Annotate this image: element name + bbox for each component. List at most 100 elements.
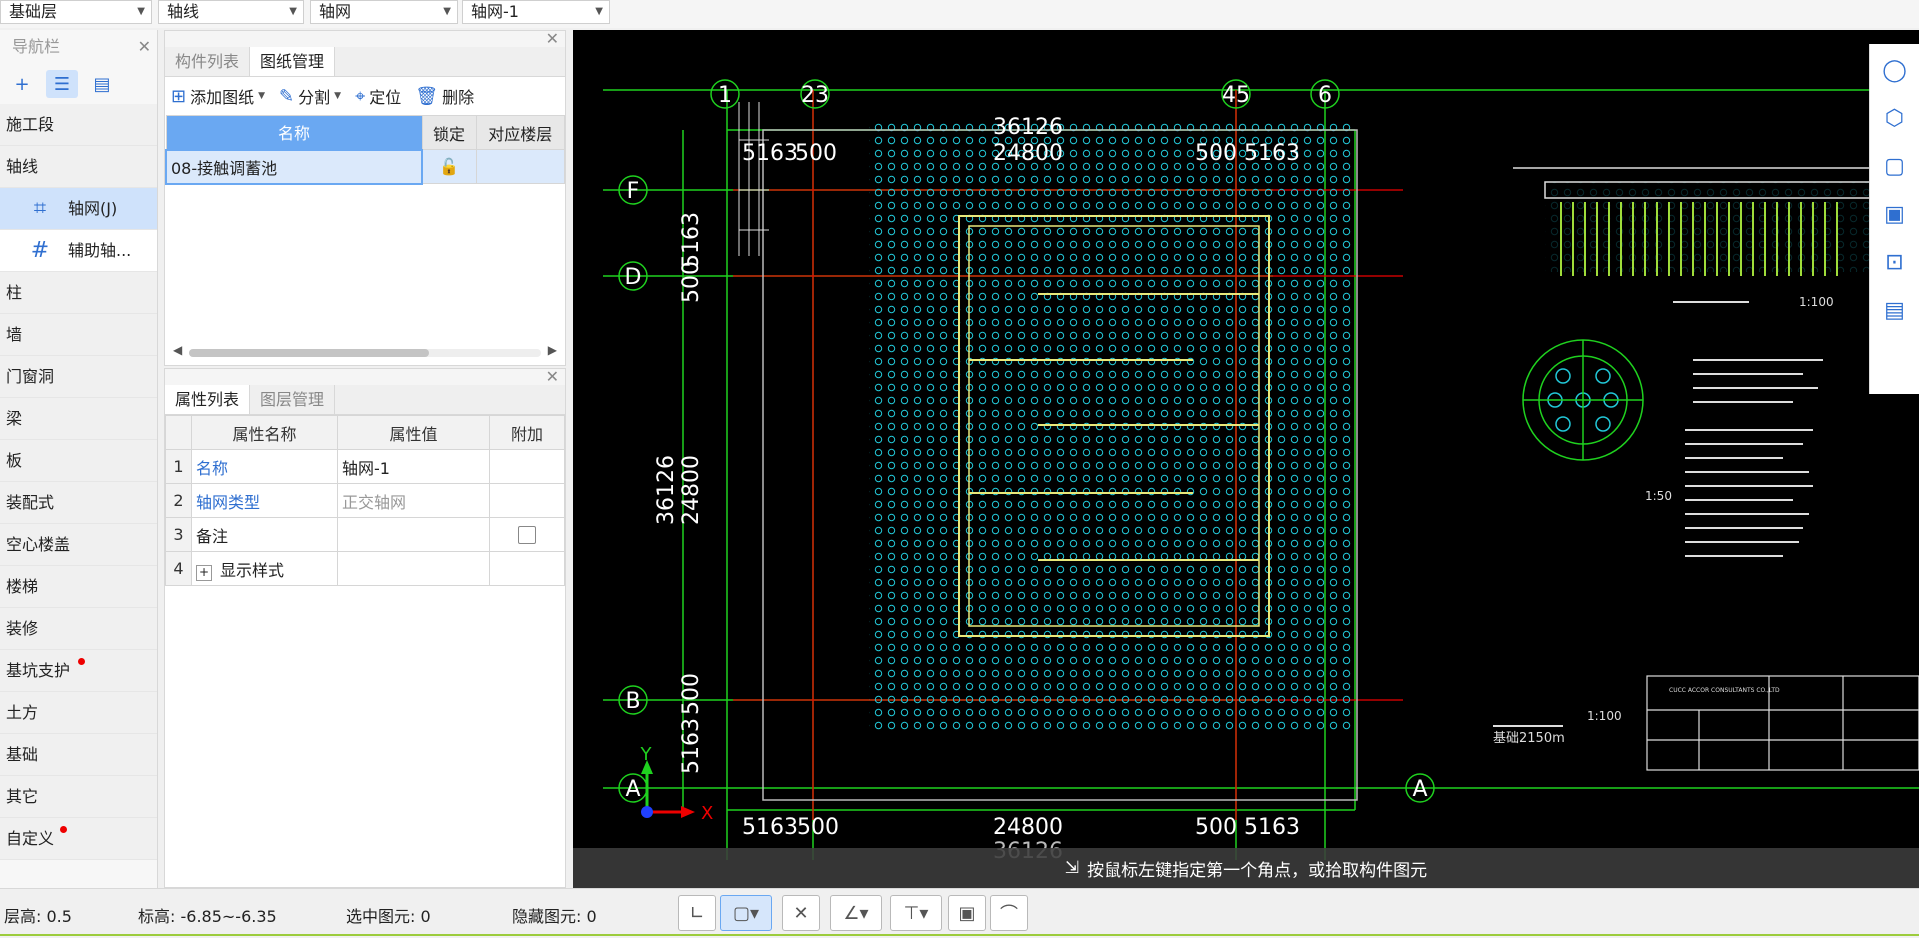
lock-cell[interactable]: 🔓 <box>421 149 477 184</box>
category-dropdown[interactable]: 轴线 ▼ <box>158 0 304 24</box>
property-value[interactable] <box>337 517 490 552</box>
ortho-mode-button[interactable]: ∟ <box>678 895 716 931</box>
orbit-icon[interactable]: ◯ <box>1877 52 1913 88</box>
elevation-status: 标高: -6.85~-6.35 <box>138 903 277 927</box>
chevron-down-icon: ▼ <box>258 91 266 101</box>
lock-icon[interactable]: 🔓 <box>439 157 459 176</box>
axis-label-B: B <box>625 689 640 714</box>
add-drawing-button[interactable]: ⊞ 添加图纸 ▼ <box>171 84 265 108</box>
tab-layer-management[interactable]: 图层管理 <box>250 385 336 414</box>
dim-bottom-5163-right: 5163 <box>1244 815 1300 840</box>
nav-item-wall[interactable]: 墙 <box>0 314 157 356</box>
hidden-status: 隐藏图元: 0 <box>512 903 597 927</box>
nav-item-aux-axis[interactable]: # 辅助轴... <box>0 230 157 272</box>
nav-item-foundation[interactable]: 基础 <box>0 734 157 776</box>
tab-component-list[interactable]: 构件列表 <box>165 47 251 76</box>
nav-item-other[interactable]: 其它 <box>0 776 157 818</box>
cursor-icon: ⇲ <box>1064 858 1080 878</box>
aux-axis-icon: # <box>30 237 50 263</box>
cross-select-button[interactable]: ✕ <box>782 895 820 931</box>
arc-button[interactable]: ⌒ <box>990 895 1028 931</box>
table-row[interactable]: 1 名称 轴网-1 <box>165 449 565 484</box>
display-mode-icon[interactable]: ▣ <box>1877 196 1913 232</box>
table-row[interactable]: 08-接触调蓄池 🔓 <box>165 148 565 185</box>
table-row[interactable]: 2 轴网类型 正交轴网 <box>165 483 565 518</box>
floor-dropdown-value: 基础层 <box>9 2 58 21</box>
nav-item-hollow-floor[interactable]: 空心楼盖 <box>0 524 157 566</box>
dim-bottom-500-right: 500 <box>1195 815 1237 840</box>
scroll-right-icon[interactable]: ▶ <box>548 343 557 357</box>
column-header-property-value: 属性值 <box>337 415 490 450</box>
expand-icon[interactable]: + <box>196 564 212 581</box>
dim-top-inner: 24800 <box>993 141 1063 166</box>
nav-item-stair[interactable]: 楼梯 <box>0 566 157 608</box>
scale-label-section: 1:100 <box>1799 295 1834 309</box>
property-value[interactable]: 轴网-1 <box>337 449 490 484</box>
nav-view-switcher: + ☰ ▤ <box>0 64 157 104</box>
column-header-lock[interactable]: 锁定 <box>421 115 477 150</box>
remark-checkbox[interactable] <box>518 526 536 545</box>
layer-view-icon[interactable]: ▤ <box>1877 292 1913 328</box>
list-view-icon[interactable]: ☰ <box>46 70 78 98</box>
split-button[interactable]: ✎ 分割 ▼ <box>279 84 341 108</box>
nav-item-construction-stage[interactable]: 施工段 <box>0 104 157 146</box>
nav-item-column[interactable]: 柱 <box>0 272 157 314</box>
locate-label: 定位 <box>369 88 402 107</box>
nav-item-label: 辅助轴... <box>68 240 132 260</box>
nav-item-prefab[interactable]: 装配式 <box>0 482 157 524</box>
elevation-value: -6.85~-6.35 <box>180 907 277 926</box>
delete-button[interactable]: 🗑 删除 <box>415 84 474 108</box>
floor-cell[interactable] <box>475 149 565 184</box>
cube-view-icon[interactable]: ▢ <box>1877 148 1913 184</box>
snap-mode-button[interactable]: ▢▾ <box>720 895 772 931</box>
locate-button[interactable]: ⌖ 定位 <box>355 84 401 108</box>
section-detail: 1:100 <box>1513 167 1919 309</box>
nav-item-slab[interactable]: 板 <box>0 440 157 482</box>
display-button[interactable]: ▣ <box>948 895 986 931</box>
drawing-name-cell[interactable]: 08-接触调蓄池 <box>165 148 423 185</box>
scroll-left-icon[interactable]: ◀ <box>173 343 182 357</box>
table-row[interactable]: 4 + 显示样式 <box>165 551 565 586</box>
nav-item-custom[interactable]: 自定义 <box>0 818 157 860</box>
type-dropdown[interactable]: 轴网 ▼ <box>310 0 458 24</box>
tab-property-list[interactable]: 属性列表 <box>165 385 251 414</box>
close-icon[interactable]: ✕ <box>546 367 559 386</box>
table-header-row: 属性名称 属性值 附加 <box>165 415 565 450</box>
dim-left-5163: 5163 <box>679 212 704 268</box>
nav-item-decoration[interactable]: 装修 <box>0 608 157 650</box>
tab-drawing-management[interactable]: 图纸管理 <box>250 47 336 76</box>
property-value[interactable] <box>337 551 490 586</box>
nav-item-earthwork[interactable]: 土方 <box>0 692 157 734</box>
nav-item-label: 土方 <box>6 703 39 722</box>
nav-item-axis[interactable]: 轴线 <box>0 146 157 188</box>
close-icon[interactable]: ✕ <box>138 30 151 64</box>
detail-view-icon[interactable]: ▤ <box>86 70 118 98</box>
nav-item-axis-grid[interactable]: ⌗ 轴网(J) <box>0 188 157 230</box>
column-header-floor[interactable]: 对应楼层 <box>475 115 565 150</box>
property-value[interactable]: 正交轴网 <box>337 483 490 518</box>
properties-panel: ✕ 属性列表 图层管理 属性名称 属性值 附加 1 名称 轴网-1 2 轴网类型… <box>164 367 566 888</box>
close-icon[interactable]: ✕ <box>546 29 559 48</box>
cad-canvas[interactable]: 1 23 45 6 F D B A A 36126 24800 5163 500… <box>573 30 1919 888</box>
angle-button[interactable]: ∠▾ <box>830 895 882 931</box>
drawing-toolbar: ⊞ 添加图纸 ▼ ✎ 分割 ▼ ⌖ 定位 🗑 删除 <box>165 77 565 115</box>
selected-value: 0 <box>420 907 431 926</box>
table-row[interactable]: 3 备注 <box>165 517 565 552</box>
nav-item-openings[interactable]: 门窗洞 <box>0 356 157 398</box>
instance-dropdown[interactable]: 轴网-1 ▼ <box>462 0 610 24</box>
column-header-name[interactable]: 名称 <box>165 115 423 150</box>
floor-dropdown[interactable]: 基础层 ▼ <box>0 0 152 24</box>
panel-titlebar: ✕ <box>165 367 565 386</box>
property-name-expandable[interactable]: + 显示样式 <box>191 551 338 586</box>
hidden-value: 0 <box>586 907 597 926</box>
scroll-thumb[interactable] <box>189 349 429 357</box>
nav-item-pit-support[interactable]: 基坑支护 <box>0 650 157 692</box>
dim-left-total: 36126 <box>654 455 679 525</box>
horizontal-scrollbar[interactable]: ◀ ▶ <box>171 343 559 357</box>
fit-view-icon[interactable]: ⊡ <box>1877 244 1913 280</box>
add-icon[interactable]: + <box>6 70 38 98</box>
3d-view-icon[interactable]: ⬡ <box>1877 100 1913 136</box>
nav-item-beam[interactable]: 梁 <box>0 398 157 440</box>
dimension-button[interactable]: ⊤▾ <box>890 895 942 931</box>
dimension-icon: ⊤▾ <box>903 902 929 924</box>
